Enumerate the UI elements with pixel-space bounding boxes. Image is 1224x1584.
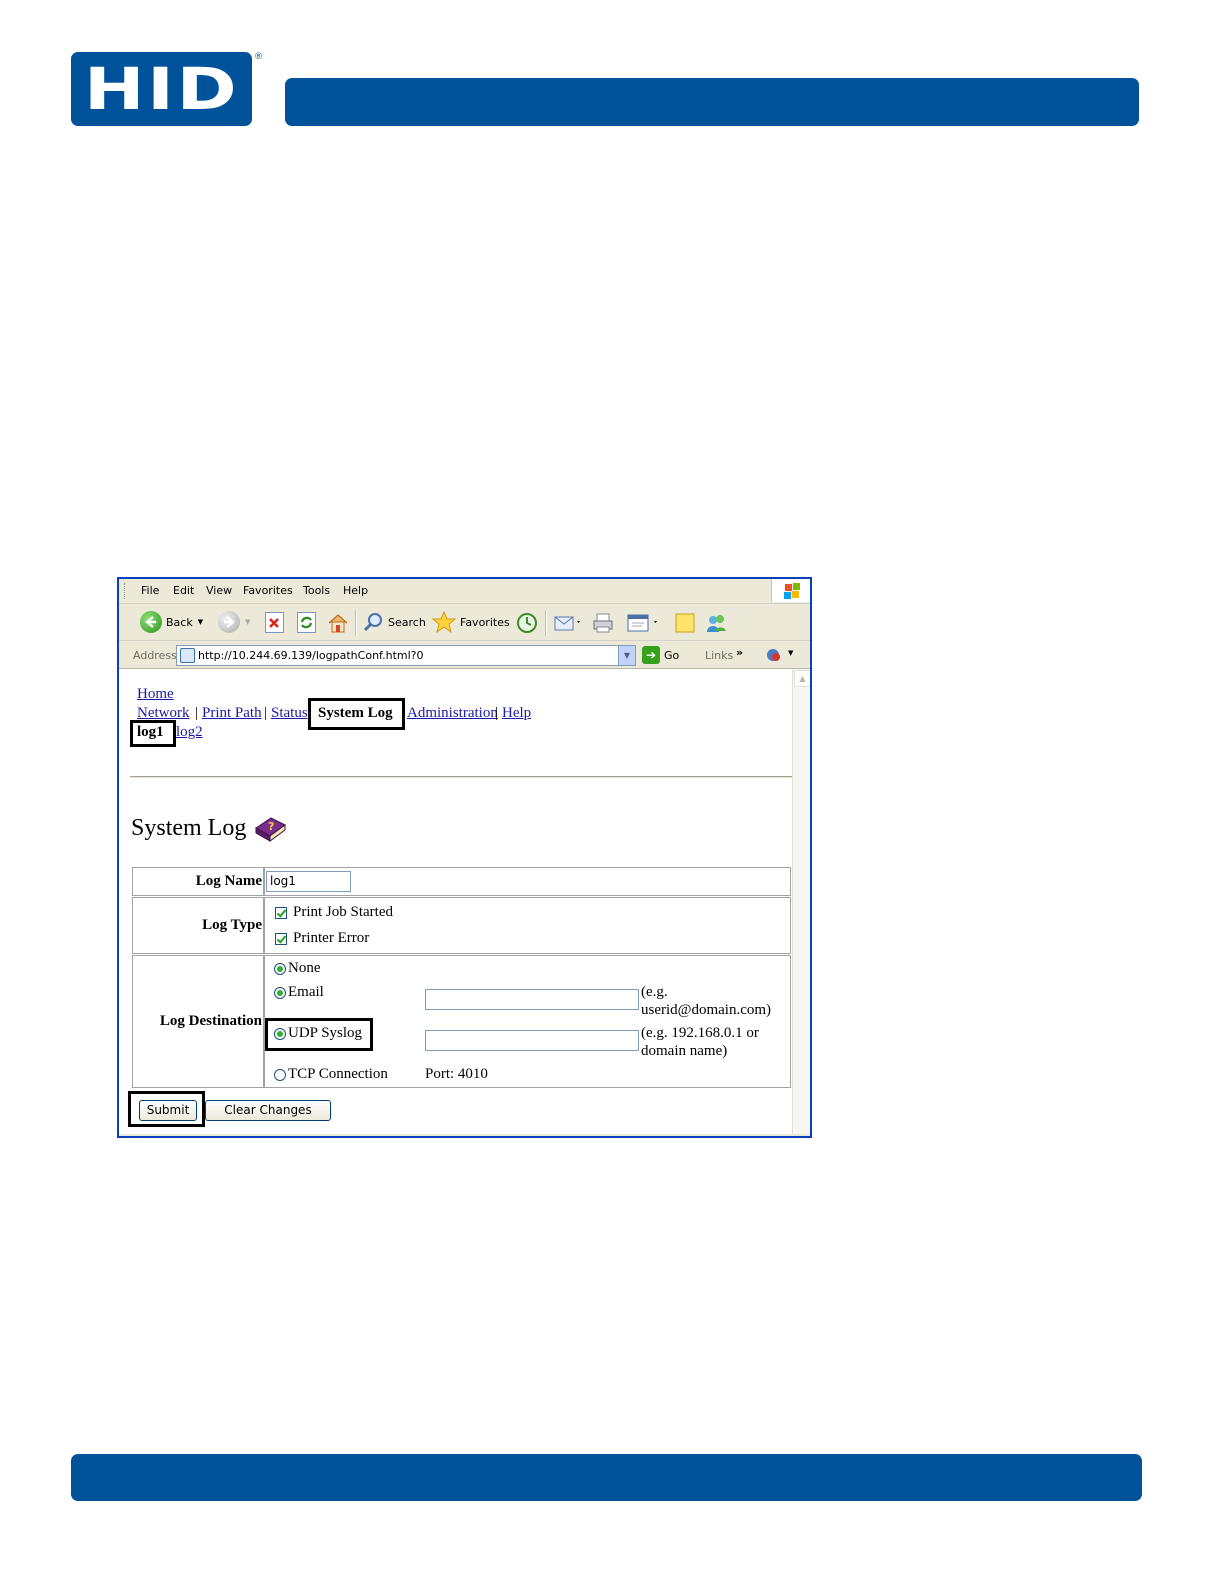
print-job-started-label: Print Job Started [293, 904, 393, 920]
search-label: Search [388, 615, 426, 629]
page-icon [180, 648, 195, 663]
forward-arrow-icon [218, 611, 240, 633]
back-arrow-icon [140, 611, 162, 633]
toolbar-separator [355, 610, 357, 636]
back-label: Back [166, 615, 193, 629]
udp-hint-line1: (e.g. 192.168.0.1 or [641, 1025, 759, 1041]
nav-separator: | [495, 705, 499, 721]
standard-toolbar: Back ▼ ▼ Search Favorites [119, 604, 810, 641]
none-label: None [288, 960, 321, 976]
home-icon[interactable] [327, 612, 348, 633]
nav-separator: | [195, 705, 199, 721]
favorites-star-icon [432, 611, 456, 633]
printer-error-label: Printer Error [293, 930, 370, 946]
tcp-connection-label: TCP Connection [288, 1066, 388, 1082]
toolbar-grip [124, 583, 127, 599]
extension-icon[interactable] [765, 646, 783, 664]
menu-help[interactable]: Help [343, 584, 368, 597]
links-label[interactable]: Links [705, 649, 733, 662]
search-icon [363, 613, 382, 632]
refresh-icon[interactable] [297, 612, 316, 633]
registered-mark: ® [254, 52, 263, 62]
svg-text:?: ? [268, 820, 274, 833]
nav-administration-link[interactable]: Administration [407, 705, 498, 722]
log-type-label: Log Type [202, 917, 262, 933]
links-chevron-icon[interactable]: » [736, 646, 743, 659]
nav-separator: | [264, 705, 268, 721]
udp-syslog-input[interactable] [425, 1030, 639, 1051]
print-icon[interactable] [592, 612, 613, 633]
scroll-up-icon[interactable]: ▲ [794, 670, 810, 687]
stop-icon[interactable] [265, 612, 284, 633]
log-name-input[interactable]: log1 [266, 871, 351, 892]
printer-error-checkbox[interactable] [275, 933, 287, 945]
log-name-label: Log Name [195, 873, 262, 889]
back-button[interactable]: Back ▼ [140, 611, 203, 633]
help-book-icon[interactable]: ? [253, 814, 287, 844]
menu-file[interactable]: File [141, 584, 159, 597]
footer-bar [71, 1454, 1142, 1501]
email-hint-line1: (e.g. [641, 984, 668, 1000]
log-destination-label: Log Destination [159, 1013, 262, 1029]
page-title: System Log [131, 815, 247, 841]
header-bar [285, 78, 1139, 126]
divider [130, 776, 792, 778]
favorites-button[interactable]: Favorites [432, 611, 510, 633]
menu-view[interactable]: View [206, 584, 232, 597]
menu-edit[interactable]: Edit [173, 584, 194, 597]
mail-icon[interactable] [553, 612, 583, 632]
notes-icon[interactable] [674, 612, 695, 633]
email-radio[interactable] [274, 987, 286, 999]
subnav-log2-link[interactable]: log2 [176, 724, 203, 741]
email-hint-line2: userid@domain.com) [641, 1002, 772, 1018]
hid-logo: HID [71, 52, 252, 126]
toolbar-separator [545, 610, 547, 636]
forward-button[interactable]: ▼ [218, 611, 250, 633]
edit-icon[interactable] [626, 612, 660, 632]
forward-dropdown-icon[interactable]: ▼ [245, 618, 250, 626]
submit-button[interactable]: Submit [139, 1100, 197, 1121]
udp-syslog-radio[interactable] [274, 1028, 286, 1040]
none-radio[interactable] [274, 963, 286, 975]
clear-changes-button[interactable]: Clear Changes [205, 1100, 331, 1121]
messenger-icon[interactable] [705, 612, 726, 632]
address-input[interactable]: http://10.244.69.139/logpathConf.html?0 … [176, 645, 636, 666]
logo-text: HID [83, 55, 240, 123]
windows-logo-icon [771, 579, 810, 602]
udp-syslog-label: UDP Syslog [288, 1025, 363, 1041]
email-label: Email [288, 984, 324, 1000]
tcp-port-text: Port: 4010 [425, 1066, 488, 1082]
page-content: Home Network | Print Path | Status Syste… [119, 669, 792, 1134]
nav-help-link[interactable]: Help [502, 705, 531, 722]
print-job-started-checkbox[interactable] [275, 907, 287, 919]
tcp-connection-radio[interactable] [274, 1069, 286, 1081]
menu-tools[interactable]: Tools [303, 584, 330, 597]
address-dropdown-icon[interactable]: ▼ [618, 646, 635, 665]
favorites-label: Favorites [460, 615, 510, 629]
search-button[interactable]: Search [362, 611, 426, 633]
nav-print-path-link[interactable]: Print Path [202, 705, 262, 722]
menu-bar: File Edit View Favorites Tools Help [119, 579, 810, 604]
subnav-log1-current: log1 [137, 724, 164, 740]
udp-hint-line2: domain name) [641, 1043, 728, 1059]
nav-home-link[interactable]: Home [137, 686, 174, 703]
vertical-scrollbar[interactable]: ▲ [792, 669, 810, 1134]
browser-window: File Edit View Favorites Tools Help Back… [117, 577, 812, 1138]
history-icon[interactable] [516, 612, 537, 633]
extension-dropdown-icon[interactable]: ▼ [788, 649, 793, 657]
address-label: Address [133, 649, 177, 662]
address-bar: Address http://10.244.69.139/logpathConf… [119, 642, 810, 669]
go-button[interactable]: Go [664, 649, 679, 662]
nav-system-log-current: System Log [318, 705, 393, 721]
email-input[interactable] [425, 989, 639, 1010]
menu-favorites[interactable]: Favorites [243, 584, 293, 597]
back-dropdown-icon[interactable]: ▼ [198, 618, 203, 626]
nav-status-link[interactable]: Status [271, 705, 308, 722]
address-url: http://10.244.69.139/logpathConf.html?0 [198, 649, 424, 662]
go-arrow-icon[interactable]: ➔ [642, 646, 660, 664]
